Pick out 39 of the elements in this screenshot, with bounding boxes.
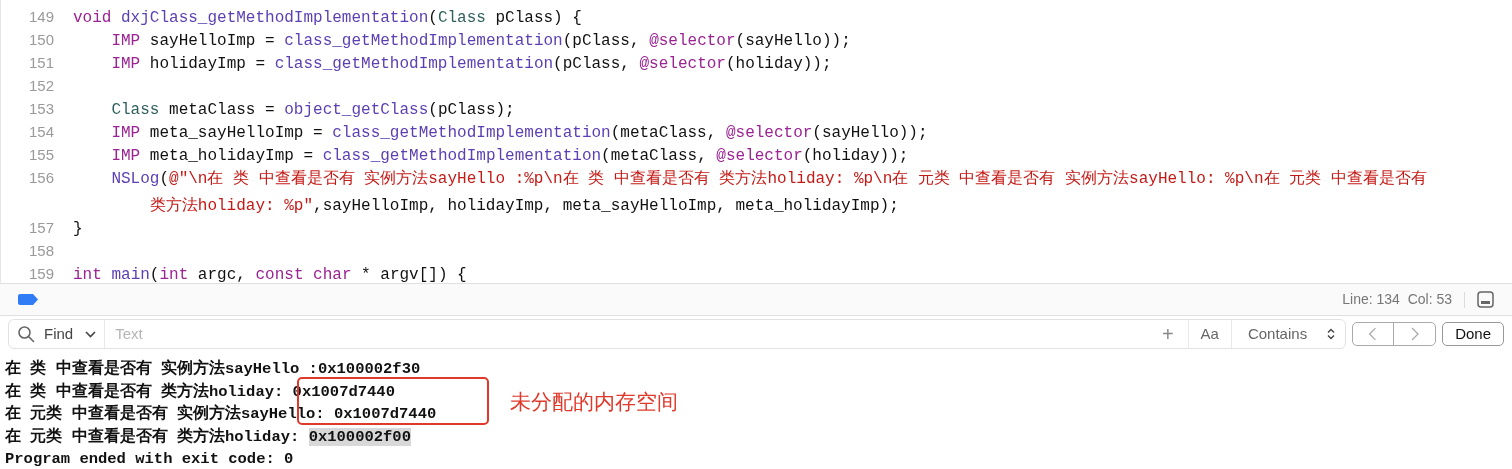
up-down-chevron-icon xyxy=(1327,328,1336,340)
console-line: Program ended with exit code: 0 xyxy=(5,449,294,468)
code-line: } xyxy=(73,218,83,240)
find-field[interactable]: Find Text + Aa Contains xyxy=(8,319,1347,349)
code-line: IMP sayHelloImp = class_getMethodImplementation(pClass, @selector(sayHello)); xyxy=(110,30,851,52)
annotation-text: 未分配的内存空间 xyxy=(510,392,678,413)
code-line: IMP meta_holidayImp = class_getMethodImplementation(metaClass, @selector(holiday)); xyxy=(110,145,909,167)
line-number: 152 xyxy=(27,76,55,97)
add-pattern-button[interactable]: + xyxy=(1147,320,1189,348)
line-number: 159 xyxy=(27,264,55,283)
line-number: 156 xyxy=(27,168,55,189)
search-input[interactable]: Text xyxy=(105,322,1148,346)
search-icon xyxy=(17,325,35,343)
tag-icon[interactable] xyxy=(18,294,38,305)
code-line: IMP meta_sayHelloImp = class_getMethodImplementation(metaClass, @selector(sayHello)); xyxy=(110,122,928,144)
find-mode-dropdown[interactable]: Find xyxy=(35,320,106,348)
console-line: 在 类 中查看是否有 实例方法sayHello :0x100002f30 xyxy=(5,358,421,380)
code-line: IMP holidayImp = class_getMethodImplementation(pClass, @selector(holiday)); xyxy=(110,53,832,75)
line-number: 151 xyxy=(27,53,55,74)
line-number: 149 xyxy=(27,7,55,28)
line-number: 153 xyxy=(27,99,55,120)
chevron-icon xyxy=(85,330,97,338)
code-line: NSLog(@"\n在 类 中查看是否有 实例方法sayHello :%p\n在 类 中查看是否有 类方法holiday: %p\n在 元类 中查看是否有 实例方法sayHello: %p\n在 元类 中查看是否有 xyxy=(110,168,1427,190)
line-number: 154 xyxy=(27,122,55,143)
line-number: 155 xyxy=(27,145,55,166)
code-line: void dxjClass_getMethodImplementation(Class pClass) { xyxy=(73,7,582,29)
code-line: int main(int argc, const char * argv[]) { xyxy=(73,264,467,283)
match-case-button[interactable]: Aa xyxy=(1188,320,1232,348)
line-number: 150 xyxy=(27,30,55,51)
code-line: Class metaClass = object_getClass(pClass); xyxy=(110,99,515,121)
match-type-dropdown[interactable]: Contains xyxy=(1231,320,1346,348)
line-number: 157 xyxy=(27,218,55,239)
code-line: 类方法holiday: %p",sayHelloImp, holidayImp, meta_sayHelloImp, meta_holidayImp); xyxy=(148,195,899,217)
line-number: 158 xyxy=(27,241,55,262)
cursor-position: Line: 134 Col: 53 xyxy=(1342,290,1452,309)
done-button[interactable]: Done xyxy=(1442,322,1504,346)
panel-toggle-icon[interactable] xyxy=(1477,291,1494,308)
previous-next-buttons[interactable] xyxy=(1352,322,1437,346)
console-line: 在 元类 中查看是否有 类方法holiday: 0x100002f00 xyxy=(5,426,411,448)
